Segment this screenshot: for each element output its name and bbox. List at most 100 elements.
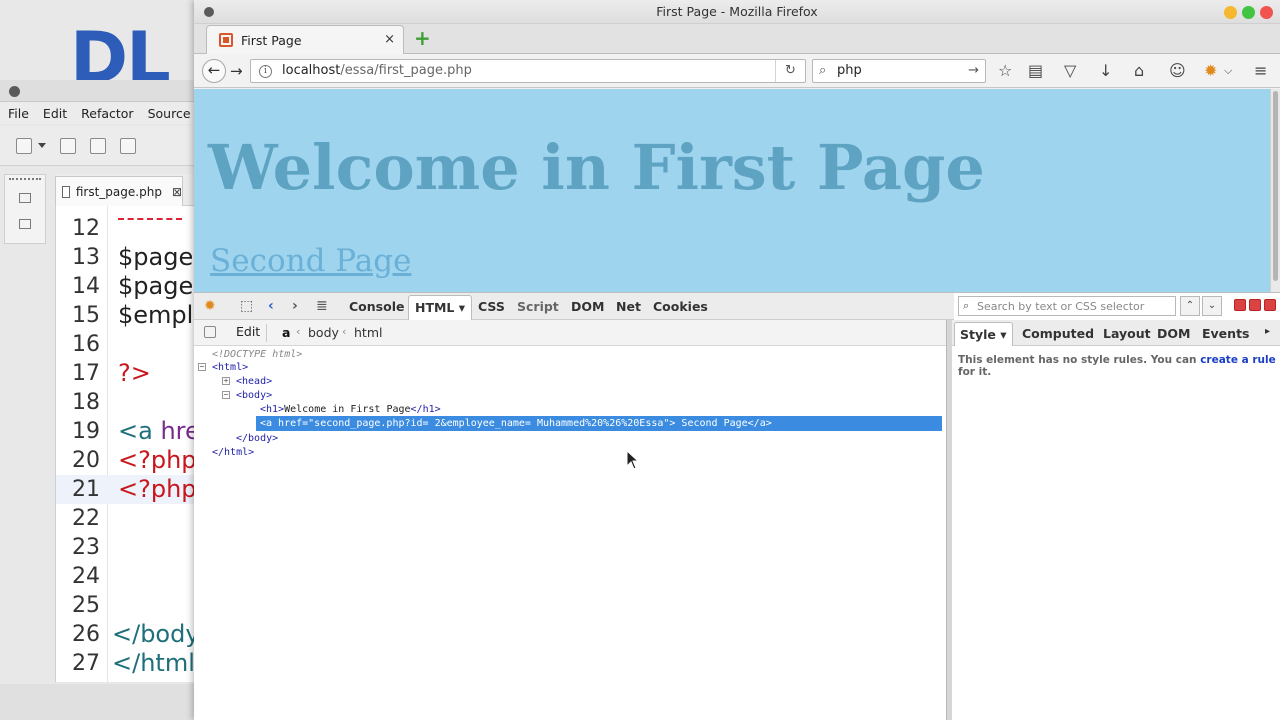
reading-list-icon[interactable]: ▤ [1028,61,1043,81]
tab-html[interactable]: HTML ▾ [408,295,473,320]
new-tab-icon[interactable]: + [414,27,431,49]
error-underline [118,218,182,220]
chevron-down-icon[interactable]: ⌄ [1202,296,1222,316]
navigation-toolbar: ← → i localhost/essa/first_page.php ↻ ⌕ … [194,54,1280,88]
minimize-firebug-icon[interactable] [1234,299,1246,311]
side-tab-events[interactable]: Events [1202,326,1249,341]
tab-script[interactable]: Script [517,299,559,314]
create-rule-link[interactable]: create a rule [1200,354,1276,366]
window-title: First Page - Mozilla Firefox [656,4,818,19]
search-bar[interactable]: ⌕ php → [812,59,986,83]
browser-tab-title: First Page [241,32,302,48]
edit-button[interactable]: Edit [230,324,268,342]
home-icon[interactable]: ⌂ [1134,61,1144,81]
inspect-icon[interactable]: ⬚ [240,298,253,314]
projects-icon[interactable] [19,219,31,229]
close-firebug-icon[interactable] [1264,299,1276,311]
firefox-window: First Page - Mozilla Firefox First Page … [194,0,1280,720]
html-subtoolbar: Edit a ‹ body ‹ html [194,320,946,346]
firebug-panel: ✹ ⬚ ‹ › ≣ Console HTML ▾ CSS Script DOM … [194,292,1280,720]
editor-tab-label: first_page.php [75,184,162,199]
breadcrumb-body[interactable]: body [308,325,339,340]
firebug-icon[interactable]: ✹ [204,298,216,314]
page-heading: Welcome in First Page [208,131,985,204]
close-tab-icon[interactable]: × [384,32,395,47]
breadcrumb-a[interactable]: a [282,325,290,340]
reload-icon[interactable]: ↻ [775,60,805,82]
firebug-search-input[interactable]: ⌕ Search by text or CSS selector [958,296,1176,316]
menu-refactor[interactable]: Refactor [81,106,133,121]
more-tabs-icon[interactable]: ▸ [1265,326,1270,337]
menu-file[interactable]: File [8,106,29,121]
new-project-icon[interactable] [16,137,32,154]
window-menu-icon[interactable] [204,7,214,17]
side-tab-layout[interactable]: Layout [1103,326,1151,341]
code-line: 24 [72,564,100,589]
tab-cookies[interactable]: Cookies [653,299,708,314]
tab-console[interactable]: Console [349,299,404,314]
code-line: 25 [72,593,100,618]
chat-icon[interactable]: ☺ [1169,61,1186,81]
code-editor[interactable]: 12 13 $page 14 $page 15 $empl 16 17 ?> 18 19… [55,206,200,682]
tab-css[interactable]: CSS [478,299,505,314]
forward-icon[interactable]: → [230,62,243,80]
tree-node-head[interactable]: <head> [236,375,272,388]
chevron-down-icon[interactable] [38,143,46,148]
search-icon: ⌕ [819,63,827,78]
editor-tab-first-page[interactable]: first_page.php ⊠ [55,176,183,206]
command-line-icon[interactable]: ≣ [316,298,328,314]
chevron-down-icon[interactable]: ⌵ [1224,61,1232,81]
code-line: 19 <a hre [72,417,200,445]
browser-tab-first-page[interactable]: First Page × [206,25,404,54]
close-icon[interactable]: ⊠ [172,185,182,199]
search-prev-icon[interactable]: ⌃ [1180,296,1200,316]
browser-tabbar: First Page × + [194,24,1280,54]
pocket-icon[interactable]: ▽ [1064,61,1076,81]
back-icon[interactable]: ← [202,59,226,83]
second-page-link[interactable]: Second Page [210,243,411,279]
firebug-icon[interactable]: ✹ [1204,61,1217,81]
maximize-icon[interactable] [1242,6,1255,19]
tree-node-h1[interactable]: <h1>Welcome in First Page</h1> [260,403,441,416]
expand-icon[interactable]: + [222,377,230,385]
tree-node-body[interactable]: <body> [236,389,272,402]
back-icon[interactable]: ‹ [268,298,274,314]
search-go-icon[interactable]: → [968,63,979,78]
save-all-icon[interactable] [90,137,106,154]
site-info-icon[interactable]: i [259,65,272,78]
collapse-icon[interactable]: − [222,391,230,399]
menu-edit[interactable]: Edit [43,106,67,121]
forward-icon[interactable]: › [292,298,298,314]
side-tab-style[interactable]: Style ▾ [954,322,1013,347]
code-line: 23 [72,535,100,560]
url-bar[interactable]: i localhost/essa/first_page.php ↻ [250,59,806,83]
menu-icon[interactable]: ≡ [1254,61,1267,81]
breadcrumb-html[interactable]: html [354,325,382,340]
page-scrollbar[interactable] [1270,89,1280,292]
tree-node-body-close: </body> [236,433,279,444]
save-icon[interactable] [60,137,76,154]
build-icon[interactable] [120,137,136,154]
no-style-rules-message: This element has no style rules. You can… [958,354,1276,378]
page-favicon-icon [219,33,233,47]
restore-icon[interactable] [19,193,31,203]
menu-source[interactable]: Source [148,106,191,121]
download-icon[interactable]: ↓ [1099,61,1112,81]
break-on-mutate-icon[interactable] [204,326,216,338]
panel-grip[interactable] [9,178,41,180]
tree-node-html-close: </html> [212,447,255,458]
star-icon[interactable]: ☆ [998,61,1012,81]
collapse-icon[interactable]: − [198,363,206,371]
search-input[interactable]: php [837,63,862,78]
tab-net[interactable]: Net [616,299,641,314]
side-tab-computed[interactable]: Computed [1022,326,1094,341]
tree-node-html[interactable]: <html> [212,361,248,374]
tree-node-a-selected[interactable]: <a href="second_page.php?id= 2&employee_… [256,416,942,431]
side-tab-dom[interactable]: DOM [1157,326,1190,341]
ide-close-icon[interactable] [9,86,20,97]
close-window-icon[interactable] [1260,6,1273,19]
tab-dom[interactable]: DOM [571,299,604,314]
detach-firebug-icon[interactable] [1249,299,1261,311]
minimize-icon[interactable] [1224,6,1237,19]
ide-menubar: File Edit Refactor Source [0,102,200,124]
